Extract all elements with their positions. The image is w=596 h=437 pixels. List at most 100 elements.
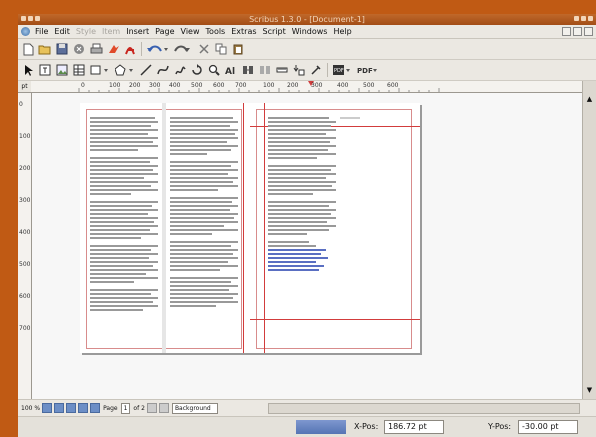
polygon-icon[interactable]: [114, 63, 136, 77]
link-list[interactable]: [268, 249, 336, 271]
preflight-icon[interactable]: [106, 42, 120, 56]
pdf-annotation-label: PDF: [357, 67, 373, 75]
freehand-icon[interactable]: [173, 63, 187, 77]
guide-line[interactable]: [243, 103, 244, 353]
save-icon[interactable]: [55, 42, 69, 56]
title-bar: Scribus 1.3.0 - [Document-1]: [18, 14, 596, 25]
cut-icon[interactable]: [197, 42, 211, 56]
main-toolbar: [18, 39, 596, 60]
ruler-unit[interactable]: pt: [18, 81, 32, 93]
page-number-select[interactable]: 1: [120, 402, 131, 414]
menu-page[interactable]: Page: [152, 25, 177, 38]
line-icon[interactable]: [139, 63, 153, 77]
ruler-v-label: 500: [19, 261, 31, 268]
layer-select[interactable]: Background: [171, 402, 218, 414]
link-icon[interactable]: [241, 63, 255, 77]
unlink-icon[interactable]: [258, 63, 272, 77]
toolbar-separator: [327, 63, 328, 77]
ruler-h-label: 100: [263, 82, 275, 89]
mdi-minimize-button[interactable]: [562, 27, 571, 36]
menu-help[interactable]: Help: [330, 25, 354, 38]
menu-view[interactable]: View: [178, 25, 203, 38]
eyedropper-icon[interactable]: [309, 63, 323, 77]
rotate-icon[interactable]: [190, 63, 204, 77]
progress-indicator: [296, 420, 346, 434]
horizontal-scrollbar[interactable]: [268, 403, 580, 414]
shape-icon[interactable]: [89, 63, 111, 77]
scroll-up-arrow-icon[interactable]: ▲: [585, 95, 594, 104]
guide-line[interactable]: [250, 319, 420, 320]
image-frame-icon[interactable]: [55, 63, 69, 77]
ruler-h-label: 600: [387, 82, 399, 89]
svg-text:Al: Al: [225, 67, 235, 76]
menu-windows[interactable]: Windows: [289, 25, 331, 38]
mdi-restore-button[interactable]: [573, 27, 582, 36]
mdi-controls: [562, 27, 593, 36]
open-icon[interactable]: [38, 42, 52, 56]
ruler-h-label: 0: [81, 82, 85, 89]
zoom-100-icon[interactable]: [54, 403, 65, 413]
page-left[interactable]: [80, 103, 250, 353]
edit-text-icon[interactable]: Al: [224, 63, 238, 77]
horizontal-ruler[interactable]: 0 100 200 300 400 500 600 700 100 200 30…: [31, 81, 582, 93]
new-document-icon[interactable]: [21, 42, 35, 56]
copy-icon[interactable]: [214, 42, 228, 56]
text-column[interactable]: [340, 117, 406, 121]
menu-file[interactable]: File: [32, 25, 51, 38]
window-title: Scribus 1.3.0 - [Document-1]: [249, 15, 365, 24]
vertical-scrollbar[interactable]: ▲ ▼: [582, 81, 596, 399]
paste-icon[interactable]: [231, 42, 245, 56]
ruler-v-label: 300: [19, 197, 31, 204]
menu-item[interactable]: Item: [99, 25, 123, 38]
close-icon[interactable]: [72, 42, 86, 56]
xpos-label: X-Pos:: [354, 422, 379, 431]
ypos-label: Y-Pos:: [488, 422, 512, 431]
undo-icon[interactable]: [145, 42, 169, 56]
copy-properties-icon[interactable]: [292, 63, 306, 77]
mdi-close-button[interactable]: [584, 27, 593, 36]
pdf-export-icon[interactable]: [123, 42, 137, 56]
menu-style[interactable]: Style: [73, 25, 99, 38]
pdf-annotation-icon[interactable]: PDF: [356, 63, 380, 77]
window-controls[interactable]: [574, 16, 593, 21]
guide-line[interactable]: [264, 103, 265, 353]
menu-script[interactable]: Script: [260, 25, 289, 38]
redo-icon[interactable]: [172, 42, 194, 56]
zoom-in-icon[interactable]: [66, 403, 77, 413]
select-icon[interactable]: [21, 63, 35, 77]
page-right[interactable]: [250, 103, 420, 353]
zoom-value[interactable]: 100 %: [21, 405, 40, 412]
first-page-icon[interactable]: [78, 403, 89, 413]
ruler-v-label: 0: [19, 101, 23, 108]
table-icon[interactable]: [72, 63, 86, 77]
menu-insert[interactable]: Insert: [123, 25, 152, 38]
print-icon[interactable]: [89, 42, 103, 56]
document-canvas[interactable]: [32, 93, 582, 399]
text-column[interactable]: [268, 117, 336, 273]
measure-icon[interactable]: [275, 63, 289, 77]
scroll-down-arrow-icon[interactable]: ▼: [585, 386, 594, 395]
column-gutter: [162, 103, 166, 353]
ruler-h-label: 400: [337, 82, 349, 89]
text-column[interactable]: [90, 117, 158, 313]
text-column[interactable]: [170, 117, 238, 309]
tools-toolbar: Al PDF PDF: [18, 60, 596, 81]
zoom-out-icon[interactable]: [42, 403, 53, 413]
next-page-icon[interactable]: [146, 403, 157, 413]
menu-tools[interactable]: Tools: [203, 25, 229, 38]
pdf-tools-icon[interactable]: PDF: [331, 63, 353, 77]
prev-page-icon[interactable]: [90, 403, 101, 413]
zoom-icon[interactable]: [207, 63, 221, 77]
page-count: of 2: [133, 404, 145, 412]
bezier-icon[interactable]: [156, 63, 170, 77]
text-frame-icon[interactable]: [38, 63, 52, 77]
menu-edit[interactable]: Edit: [51, 25, 73, 38]
menu-extras[interactable]: Extras: [228, 25, 259, 38]
view-controls-bar: 100 % Page 1 of 2 Background: [18, 399, 596, 416]
page-label: Page: [103, 404, 118, 412]
last-page-icon[interactable]: [158, 403, 169, 413]
ruler-h-label: 600: [213, 82, 225, 89]
ruler-h-label: 100: [109, 82, 121, 89]
ruler-h-label: 700: [235, 82, 247, 89]
vertical-ruler[interactable]: 0 100 200 300 400 500 600 700: [18, 93, 32, 399]
